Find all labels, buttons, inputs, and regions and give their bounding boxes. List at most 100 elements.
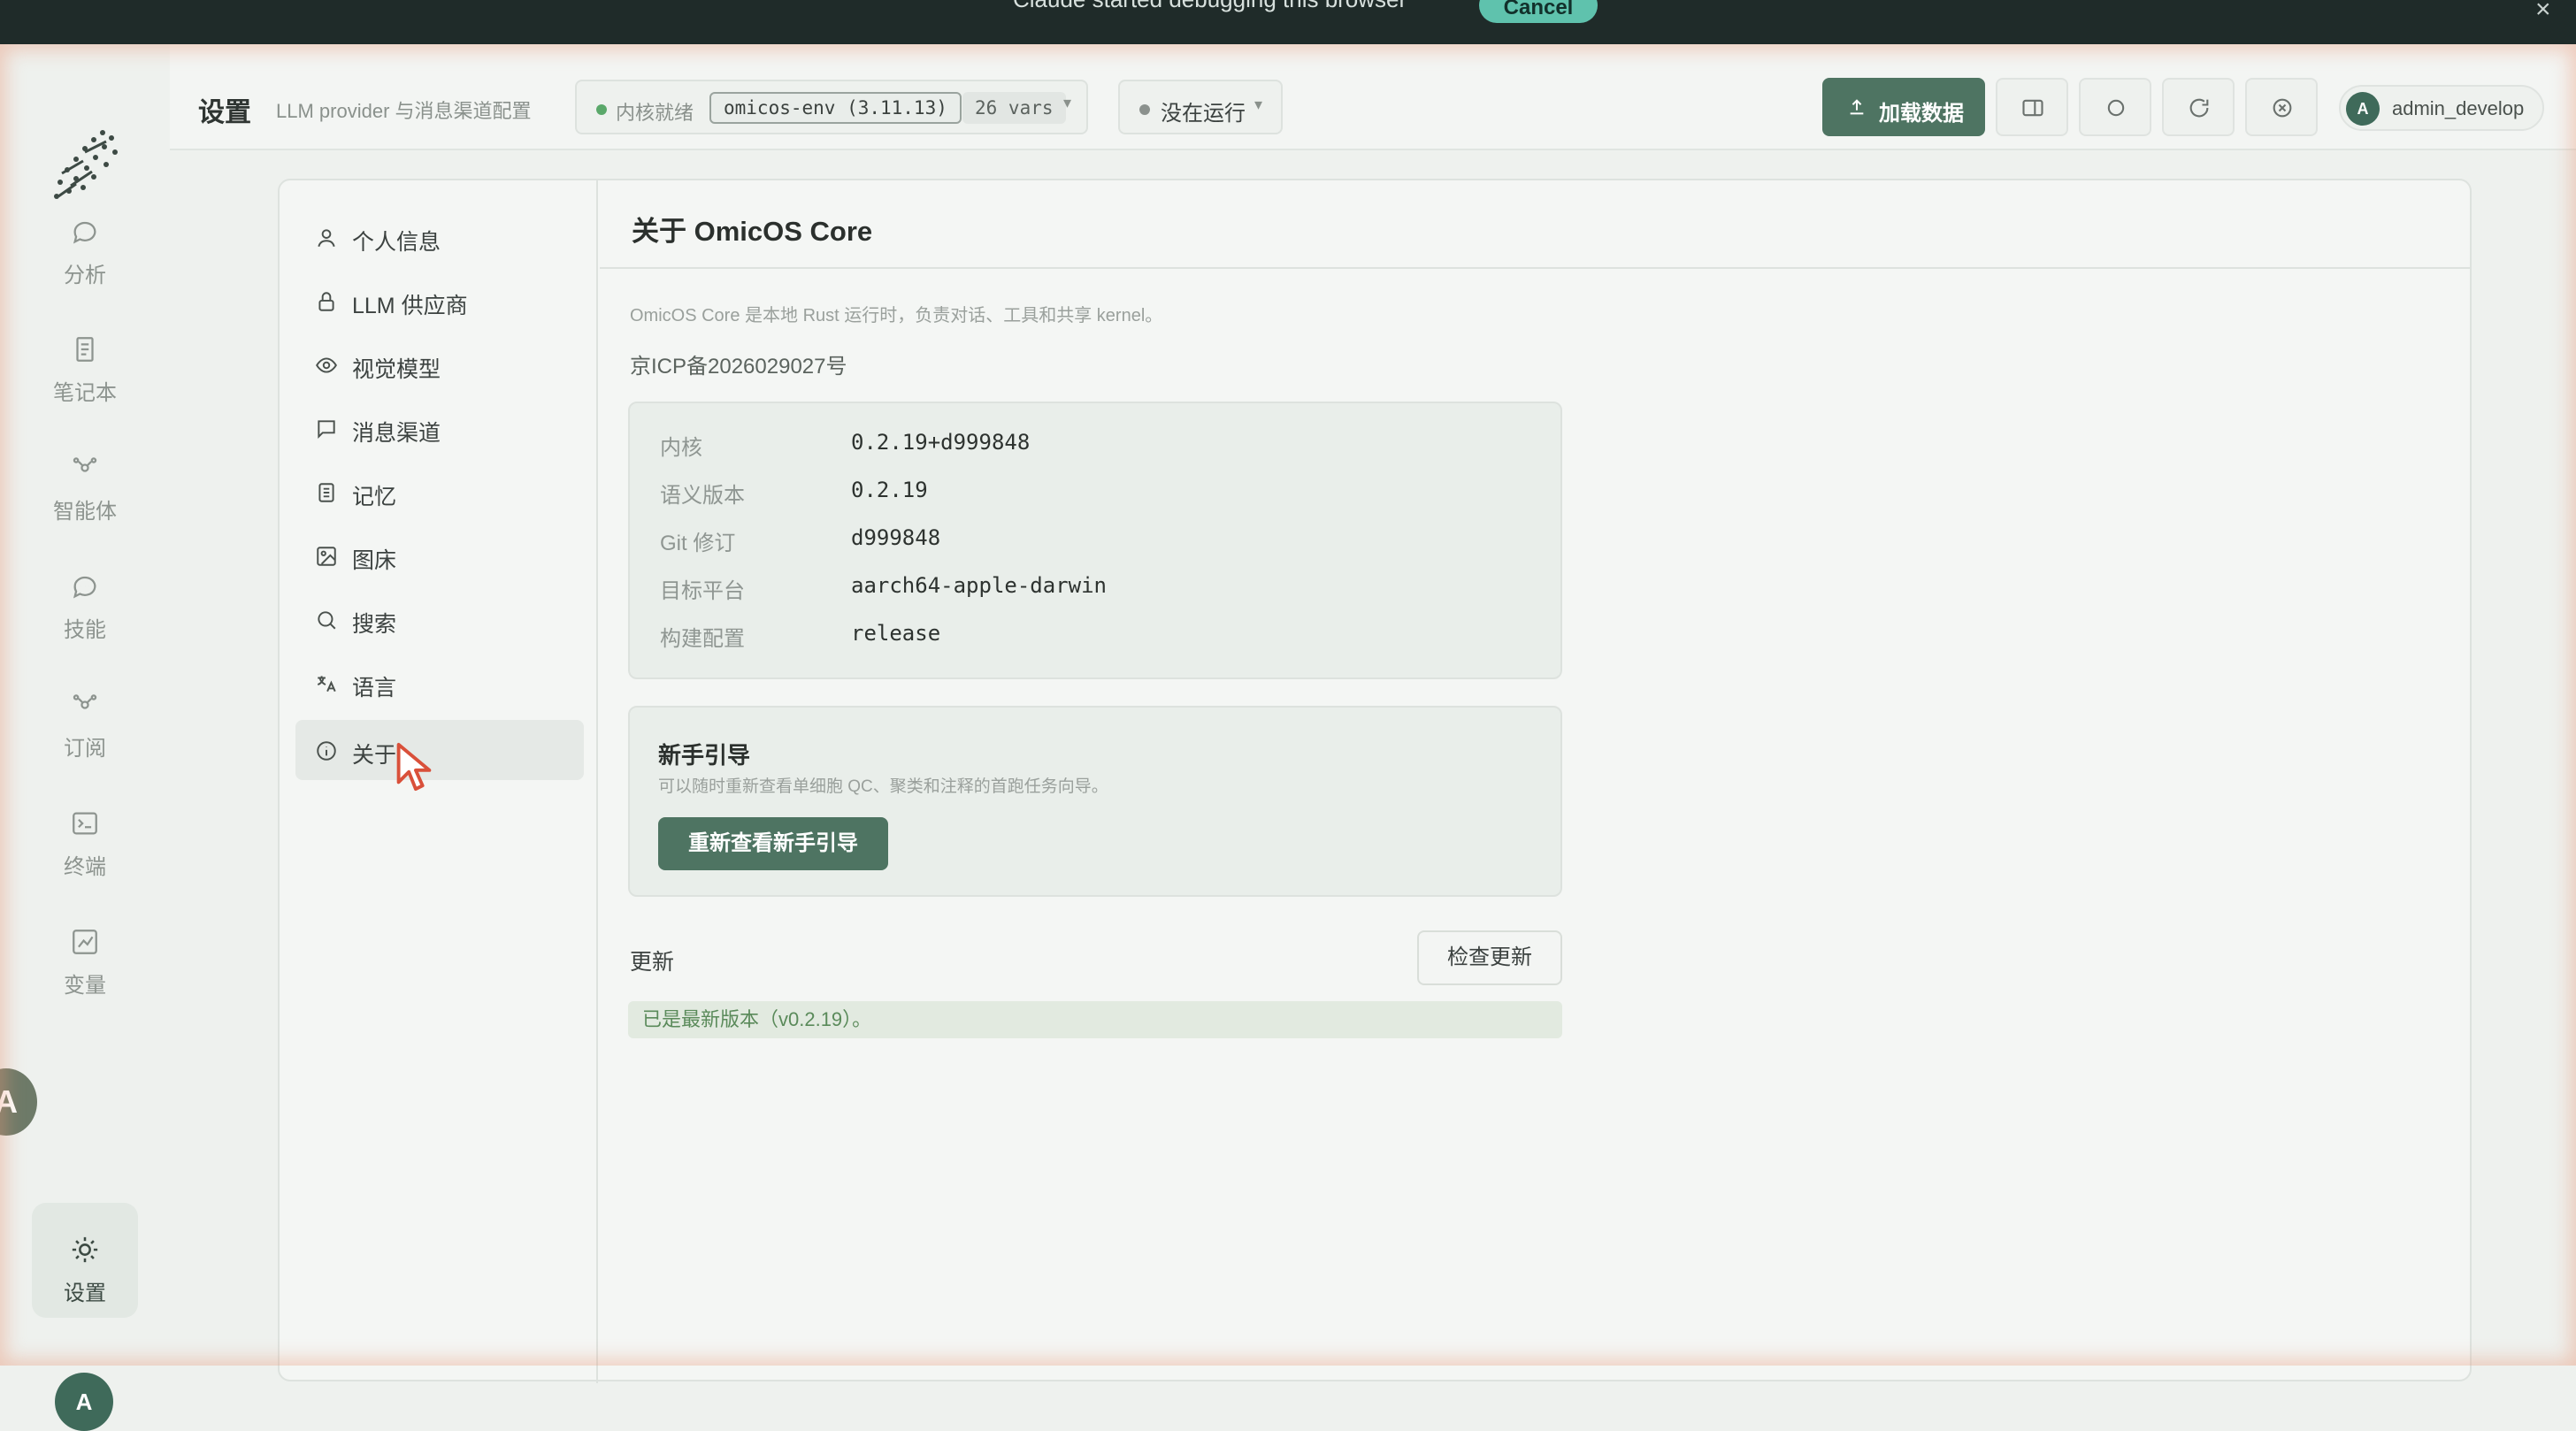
load-data-label: 加载数据 [1879, 102, 1964, 126]
rail-item-label: 订阅 [64, 737, 106, 761]
kernel-env-badge: omicos-env (3.11.13) [709, 92, 962, 124]
info-key: Git 修订 [660, 532, 736, 555]
onboarding-title: 新手引导 [658, 742, 751, 769]
kernel-status-text: 内核就绪 [616, 102, 694, 124]
kernel-status-dot [596, 104, 607, 115]
subscription-node-icon [73, 694, 97, 709]
user-menu[interactable]: A admin_develop [2339, 85, 2544, 131]
info-value: aarch64-apple-darwin [851, 573, 1107, 598]
rail-item-label: 智能体 [53, 500, 117, 524]
load-data-button[interactable]: 加载数据 [1822, 78, 1985, 136]
update-label: 更新 [630, 950, 675, 975]
username: admin_develop [2392, 97, 2525, 119]
settings-nav-message-channel[interactable]: 消息渠道 [295, 398, 584, 458]
settings-nav-language[interactable]: 语言 [295, 653, 584, 713]
toggle-panel-button[interactable] [1996, 78, 2068, 136]
app-logo-icon[interactable] [50, 126, 124, 205]
avatar: A [2346, 92, 2380, 126]
rail-item-label: 变量 [64, 974, 106, 998]
eye-icon [316, 357, 337, 373]
user-icon [318, 229, 335, 248]
notebook-icon [76, 337, 94, 362]
sun-gear-icon [72, 1236, 98, 1263]
page-header: 设置 LLM provider 与消息渠道配置 内核就绪 omicos-env … [170, 44, 2576, 150]
settings-nav-memory[interactable]: 记忆 [295, 462, 584, 522]
translate-icon [317, 676, 336, 693]
rail-item-terminal[interactable]: 终端 [32, 808, 138, 906]
info-key: 目标平台 [660, 579, 745, 603]
rail-item-skills[interactable]: 技能 [32, 571, 138, 669]
user-avatar[interactable]: A [55, 1373, 113, 1431]
settings-nav-label: 语言 [352, 676, 397, 700]
rail-item-label: 笔记本 [53, 381, 117, 405]
close-icon[interactable]: × [2535, 0, 2551, 25]
refresh-icon [2189, 98, 2209, 118]
info-icon [317, 741, 336, 761]
settings-nav-label: 搜索 [352, 612, 397, 637]
section-title: 关于 OmicOS Core [632, 216, 873, 247]
settings-nav-label: 视觉模型 [352, 357, 441, 382]
chevron-down-icon: ▾ [1063, 94, 1072, 111]
settings-nav-search[interactable]: 搜索 [295, 589, 584, 649]
rail-item-subscription[interactable]: 订阅 [32, 690, 138, 787]
split-panel-icon [2022, 99, 2043, 117]
onboarding-description: 可以随时重新查看单细胞 QC、聚类和注释的首跑任务向导。 [658, 777, 1108, 796]
rail-item-label: 设置 [64, 1282, 106, 1305]
run-status-text: 没在运行 [1161, 102, 1246, 126]
settings-nav-label: LLM 供应商 [352, 294, 468, 318]
settings-nav-label: 图床 [352, 548, 397, 573]
image-icon [317, 547, 336, 566]
check-update-button[interactable]: 检查更新 [1417, 930, 1562, 985]
info-key: 语义版本 [660, 484, 745, 508]
chat-bubble-icon [73, 221, 96, 244]
variables-chart-icon [73, 930, 97, 954]
settings-panel: 个人信息 LLM 供应商 视觉模型 消息渠道 记忆 图床 搜索 语言 关于 关于… [278, 179, 2472, 1383]
rail-item-variables[interactable]: 变量 [32, 927, 138, 1024]
settings-nav: 个人信息 LLM 供应商 视觉模型 消息渠道 记忆 图床 搜索 语言 关于 [280, 180, 598, 1383]
status-circle-button[interactable] [2079, 78, 2151, 136]
rail-item-label: 终端 [64, 855, 106, 879]
about-content: 关于 OmicOS Core OmicOS Core 是本地 Rust 运行时，… [600, 180, 2472, 1383]
version-info-card: 内核 0.2.19+d999848 语义版本 0.2.19 Git 修订 d99… [628, 402, 1562, 679]
onboarding-card: 新手引导 可以随时重新查看单细胞 QC、聚类和注释的首跑任务向导。 重新查看新手… [628, 706, 1562, 897]
icp-record[interactable]: 京ICP备2026029027号 [630, 348, 847, 379]
settings-nav-about[interactable]: 关于 [295, 720, 584, 780]
reopen-onboarding-button[interactable]: 重新查看新手引导 [658, 817, 888, 870]
kernel-selector[interactable]: 内核就绪 omicos-env (3.11.13) 26 vars ▾ [575, 80, 1088, 134]
rail-item-agent[interactable]: 智能体 [32, 453, 138, 550]
info-value: 0.2.19+d999848 [851, 430, 1031, 455]
refresh-button[interactable] [2162, 78, 2235, 136]
settings-nav-label: 消息渠道 [352, 421, 441, 446]
update-status: 已是最新版本（v0.2.19）。 [628, 1001, 1562, 1038]
banner-text: Claude started debugging this browser [1013, 0, 1407, 13]
upload-icon [1850, 99, 1864, 115]
terminal-icon [73, 812, 97, 835]
info-value: release [851, 621, 941, 646]
cancel-circle-icon [2273, 98, 2292, 118]
banner-cancel-button[interactable]: Cancel [1479, 0, 1598, 23]
rail-item-notebook[interactable]: 笔记本 [32, 334, 138, 432]
page-subtitle: LLM provider 与消息渠道配置 [276, 100, 532, 122]
agent-network-icon [73, 457, 97, 472]
info-value: d999848 [851, 525, 941, 550]
settings-nav-profile[interactable]: 个人信息 [295, 207, 584, 267]
content-header: 关于 OmicOS Core [600, 180, 2472, 269]
chevron-down-icon: ▾ [1254, 96, 1263, 113]
settings-nav-llm-provider[interactable]: LLM 供应商 [295, 271, 584, 331]
info-key: 构建配置 [660, 627, 745, 651]
about-description: OmicOS Core 是本地 Rust 运行时，负责对话、工具和共享 kern… [630, 306, 1163, 325]
settings-nav-image-host[interactable]: 图床 [295, 525, 584, 585]
memory-doc-icon [318, 483, 334, 502]
search-icon [318, 611, 336, 630]
settings-nav-vision-model[interactable]: 视觉模型 [295, 334, 584, 394]
settings-nav-label: 个人信息 [352, 230, 441, 255]
rail-item-label: 技能 [64, 618, 106, 642]
avatar[interactable]: A [0, 1068, 37, 1136]
lock-icon [318, 292, 334, 311]
kernel-vars-badge: 26 vars [962, 92, 1066, 124]
rail-item-settings[interactable]: 设置 [32, 1203, 138, 1318]
run-status-selector[interactable]: 没在运行 ▾ [1118, 80, 1283, 134]
rail-item-analysis[interactable]: 分析 [32, 217, 138, 314]
settings-nav-label: 记忆 [352, 485, 397, 509]
stop-button[interactable] [2245, 78, 2318, 136]
